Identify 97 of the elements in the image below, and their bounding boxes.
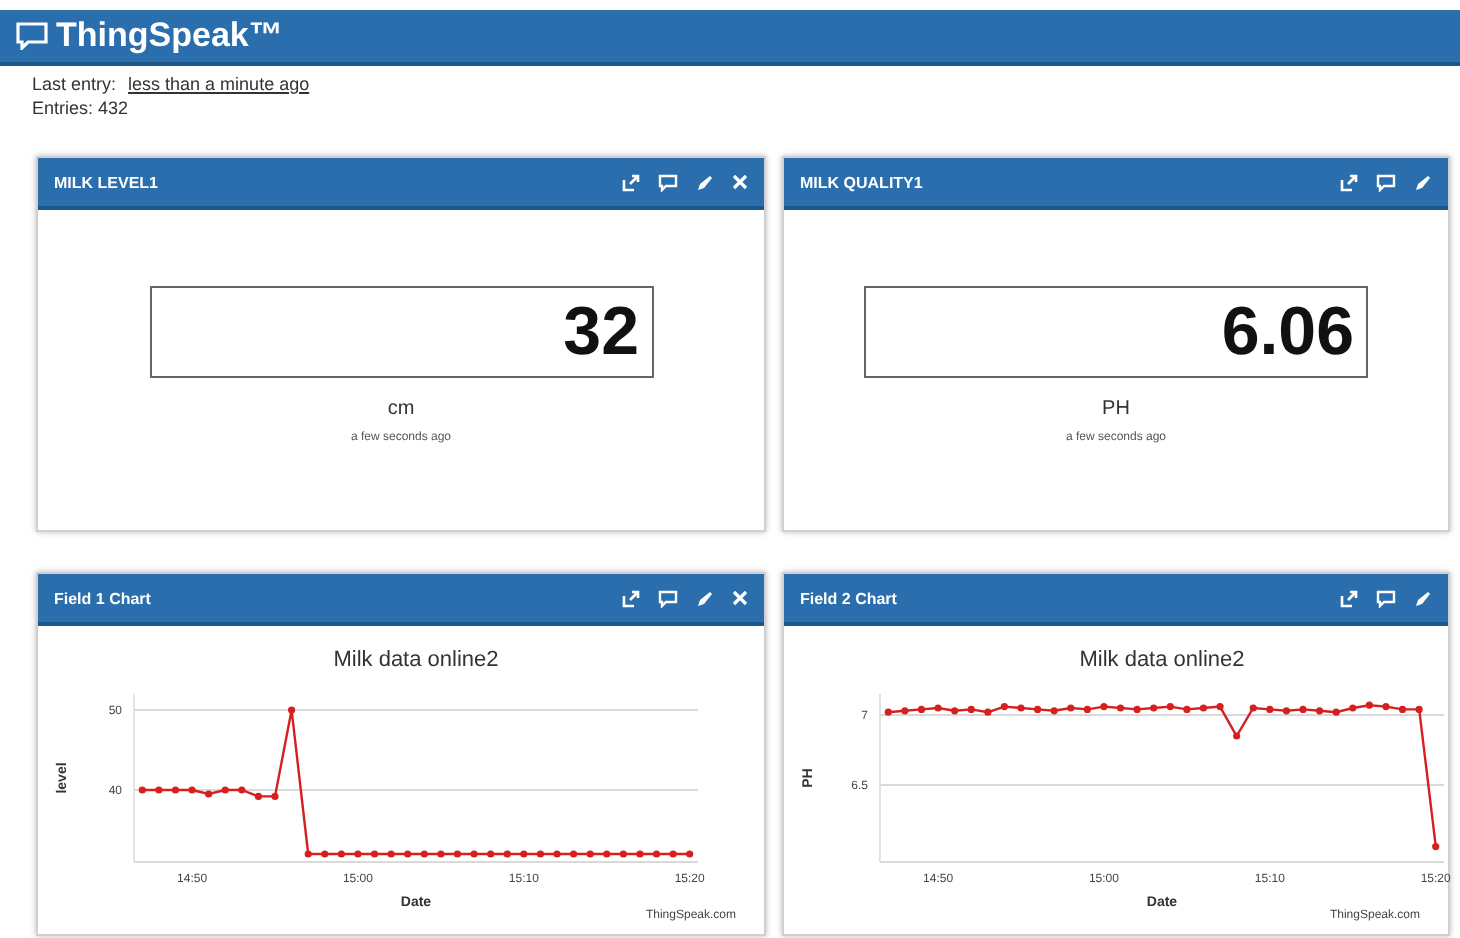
data-point xyxy=(1233,732,1241,740)
close-icon[interactable] xyxy=(732,590,748,606)
pencil-icon[interactable] xyxy=(696,589,714,607)
widget-title: MILK QUALITY1 xyxy=(800,173,925,191)
data-point xyxy=(1017,704,1025,712)
data-point xyxy=(1050,707,1058,715)
data-point xyxy=(1000,703,1008,711)
data-point xyxy=(1116,704,1125,712)
data-point xyxy=(1266,705,1274,713)
data-point xyxy=(669,850,677,858)
chat-logo-icon xyxy=(16,22,48,50)
last-entry-label: Last entry: xyxy=(32,74,117,94)
data-point xyxy=(304,850,312,858)
data-point xyxy=(967,705,975,713)
data-point xyxy=(487,850,495,858)
data-point xyxy=(370,850,379,858)
chart-title: Milk data online2 xyxy=(333,648,499,672)
data-point xyxy=(221,786,229,794)
data-point xyxy=(951,707,959,715)
data-point xyxy=(404,850,412,858)
data-point xyxy=(553,850,561,858)
data-point xyxy=(1199,704,1208,712)
numeric-display: 6.06 xyxy=(864,286,1368,378)
pencil-icon[interactable] xyxy=(1414,589,1432,607)
data-point xyxy=(1100,703,1108,711)
comment-icon[interactable] xyxy=(658,173,678,191)
widget-title: Field 2 Chart xyxy=(800,589,899,607)
unit-label: PH xyxy=(1102,398,1130,420)
data-point xyxy=(636,850,644,858)
data-point xyxy=(520,850,528,858)
data-point xyxy=(1398,705,1407,713)
chart-title: Milk data online2 xyxy=(1079,648,1245,672)
brand-logo[interactable]: ThingSpeak™ xyxy=(56,16,283,56)
data-point xyxy=(155,786,163,794)
external-link-icon[interactable] xyxy=(1340,173,1358,191)
data-point xyxy=(1415,705,1423,713)
data-point xyxy=(238,786,246,794)
data-point xyxy=(205,790,213,798)
data-point xyxy=(1133,705,1141,713)
data-point xyxy=(1382,703,1390,711)
data-point xyxy=(917,705,926,713)
numeric-display: 32 xyxy=(149,286,653,378)
data-point xyxy=(1166,703,1174,711)
data-point xyxy=(271,792,279,800)
widget-title: MILK LEVEL1 xyxy=(54,173,161,191)
widget-title: Field 1 Chart xyxy=(54,589,153,607)
data-point xyxy=(619,850,627,858)
data-point xyxy=(1432,843,1440,851)
data-point xyxy=(1349,704,1357,712)
data-point xyxy=(603,850,611,858)
data-point xyxy=(171,786,180,794)
comment-icon[interactable] xyxy=(658,589,678,607)
data-point xyxy=(570,850,578,858)
data-point xyxy=(321,850,329,858)
data-point xyxy=(884,708,892,716)
data-point xyxy=(1034,705,1042,713)
data-point xyxy=(138,786,146,794)
data-point xyxy=(1365,701,1373,709)
data-point xyxy=(453,850,462,858)
data-point xyxy=(901,707,909,715)
data-point xyxy=(1067,704,1075,712)
data-point xyxy=(437,850,445,858)
data-point xyxy=(387,850,395,858)
data-point xyxy=(934,704,942,712)
pencil-icon[interactable] xyxy=(1414,173,1432,191)
unit-label: cm xyxy=(387,398,415,420)
data-point xyxy=(1083,705,1091,713)
data-point xyxy=(420,850,428,858)
external-link-icon[interactable] xyxy=(1340,589,1358,607)
external-link-icon[interactable] xyxy=(622,173,640,191)
data-point xyxy=(288,706,296,714)
data-point xyxy=(354,850,362,858)
data-point xyxy=(1249,704,1257,712)
data-point xyxy=(1316,707,1324,715)
data-point xyxy=(503,850,511,858)
data-point xyxy=(1282,707,1290,715)
pencil-icon[interactable] xyxy=(696,173,714,191)
data-point xyxy=(586,850,594,858)
data-point xyxy=(470,850,478,858)
data-point xyxy=(1216,703,1224,711)
data-point xyxy=(1183,705,1191,713)
external-link-icon[interactable] xyxy=(622,589,640,607)
data-point xyxy=(188,786,196,794)
data-point xyxy=(536,850,544,858)
data-point xyxy=(1299,705,1307,713)
data-point xyxy=(652,850,661,858)
comment-icon[interactable] xyxy=(1376,589,1396,607)
data-point xyxy=(1150,704,1158,712)
entries-count: Entries: 432 xyxy=(32,96,131,120)
data-point xyxy=(686,850,694,858)
close-icon[interactable] xyxy=(732,174,748,190)
last-entry-link[interactable]: less than a minute ago xyxy=(128,74,310,94)
comment-icon[interactable] xyxy=(1376,173,1396,191)
data-point xyxy=(984,708,992,716)
data-point xyxy=(337,850,345,858)
data-point xyxy=(254,792,262,800)
data-point xyxy=(1332,708,1340,716)
